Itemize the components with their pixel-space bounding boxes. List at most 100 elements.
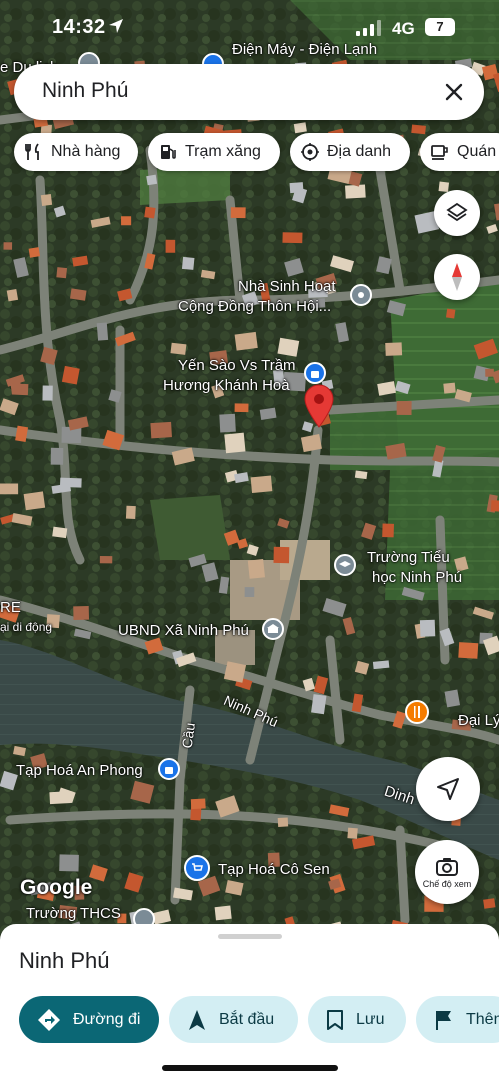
building-roof <box>289 182 304 194</box>
chip-label: Nhà hàng <box>51 143 121 160</box>
chip-label: Địa danh <box>327 143 392 160</box>
building-roof <box>9 378 22 393</box>
chip-restaurants[interactable]: Nhà hàng <box>14 133 138 171</box>
place-sheet[interactable]: Ninh Phú Đường đi Bắt đầu Lưu Thêm <box>0 924 499 1080</box>
building-roof <box>347 827 358 839</box>
building-roof <box>396 401 412 415</box>
building-roof <box>73 606 90 620</box>
map-label-dai-ly[interactable]: Đại Lý <box>458 711 499 730</box>
map-label-bridge: Cầu <box>178 721 199 750</box>
building-roof <box>230 207 246 219</box>
signal-icon <box>356 20 381 36</box>
camera-view-icon <box>436 857 458 876</box>
flag-icon <box>436 1010 451 1030</box>
map-label-community-house-2[interactable]: Cộng Đồng Thôn Hội... <box>178 297 331 316</box>
restaurant-poi-icon[interactable] <box>405 700 429 724</box>
building-roof <box>385 342 403 356</box>
search-query[interactable]: Ninh Phú <box>42 79 128 103</box>
location-arrow-icon <box>109 19 123 33</box>
building-roof <box>277 337 300 357</box>
my-location-button[interactable] <box>416 757 480 821</box>
location-pin-icon[interactable] <box>303 384 335 428</box>
home-indicator <box>162 1065 338 1071</box>
search-bar[interactable]: Ninh Phú <box>14 64 484 120</box>
sheet-drag-handle[interactable] <box>218 934 282 939</box>
street-view-button[interactable]: Chế độ xem <box>415 840 479 904</box>
building-roof <box>247 559 265 579</box>
building-roof <box>311 694 327 715</box>
map-label-partial-re: RE <box>0 599 21 616</box>
building-roof <box>485 368 494 377</box>
status-time: 14:32 <box>52 16 106 38</box>
building-roof <box>382 523 394 538</box>
directions-button[interactable]: Đường đi <box>19 996 159 1043</box>
building-roof <box>40 193 53 207</box>
coffee-icon <box>431 145 448 160</box>
building-roof <box>234 331 258 351</box>
building-roof <box>190 798 206 810</box>
navigation-arrow-icon <box>437 778 459 800</box>
building-roof <box>483 898 496 909</box>
compass-button[interactable] <box>434 254 480 300</box>
building-roof <box>438 181 450 193</box>
close-icon[interactable] <box>438 76 470 108</box>
map-label-community-house-1[interactable]: Nhà Sinh Hoạt <box>238 277 336 296</box>
building-roof <box>372 660 390 670</box>
building-roof <box>125 505 136 520</box>
building-roof <box>50 447 64 465</box>
start-button[interactable]: Bắt đầu <box>169 996 298 1043</box>
government-poi-icon[interactable] <box>262 618 284 640</box>
building-roof <box>150 421 172 439</box>
building-roof <box>52 526 68 539</box>
building-roof <box>165 239 176 253</box>
building-roof <box>273 546 290 564</box>
more-button[interactable]: Thêm <box>416 996 499 1043</box>
school-poi-icon[interactable] <box>334 554 356 576</box>
landmark-icon <box>301 143 319 161</box>
directions-icon <box>38 1008 60 1031</box>
shopping-cart-poi-icon[interactable] <box>184 855 210 881</box>
map-label-thcs[interactable]: Trường THCS <box>26 904 121 923</box>
building-roof <box>293 122 307 134</box>
shopping-bag-poi-icon[interactable] <box>158 758 180 780</box>
map-label-yen-sao-1[interactable]: Yến Sào Vs Trầm <box>178 356 296 375</box>
chip-cafes[interactable]: Quán <box>420 133 499 171</box>
save-label: Lưu <box>356 1010 385 1028</box>
map-label-tap-hoa-co-sen[interactable]: Tạp Hoá Cô Sen <box>218 860 330 879</box>
building-roof <box>250 475 273 494</box>
directions-label: Đường đi <box>73 1010 141 1028</box>
more-label: Thêm <box>466 1010 499 1028</box>
map-label-ubnd[interactable]: UBND Xã Ninh Phú <box>118 621 249 640</box>
building-roof <box>28 247 40 258</box>
shopping-bag-poi-icon[interactable] <box>304 362 326 384</box>
building-roof <box>244 587 255 598</box>
chip-gas-stations[interactable]: Trạm xăng <box>148 133 280 171</box>
map-label-tap-hoa-an-phong[interactable]: Tạp Hoá An Phong <box>16 761 143 780</box>
chip-landmarks[interactable]: Địa danh <box>290 133 410 171</box>
map-label-school-2[interactable]: học Ninh Phú <box>372 568 462 587</box>
building-roof <box>146 174 158 186</box>
building-roof <box>61 365 80 385</box>
map-label-yen-sao-2[interactable]: Hương Khánh Hoà <box>163 376 290 395</box>
google-logo: Google <box>20 876 93 899</box>
save-button[interactable]: Lưu <box>308 996 406 1043</box>
building-roof <box>181 256 195 270</box>
layers-icon <box>446 202 468 222</box>
map-label-school-1[interactable]: Trường Tiểu <box>367 548 450 567</box>
building-roof <box>170 342 187 355</box>
fork-knife-icon <box>25 143 39 160</box>
building-roof <box>444 689 461 708</box>
building-roof <box>219 413 236 433</box>
building-roof <box>224 432 246 454</box>
building-roof <box>443 382 456 394</box>
map-label-partial-mobile: ại di động <box>0 620 53 634</box>
community-poi-icon[interactable] <box>350 284 372 306</box>
network-type: 4G <box>392 19 415 38</box>
battery-level: 7 <box>436 19 444 34</box>
start-label: Bắt đầu <box>219 1010 275 1028</box>
building-roof <box>214 905 232 921</box>
building-roof <box>354 470 368 480</box>
layers-button[interactable] <box>434 190 480 236</box>
chip-label: Quán <box>457 143 497 160</box>
chip-label: Trạm xăng <box>185 143 261 160</box>
